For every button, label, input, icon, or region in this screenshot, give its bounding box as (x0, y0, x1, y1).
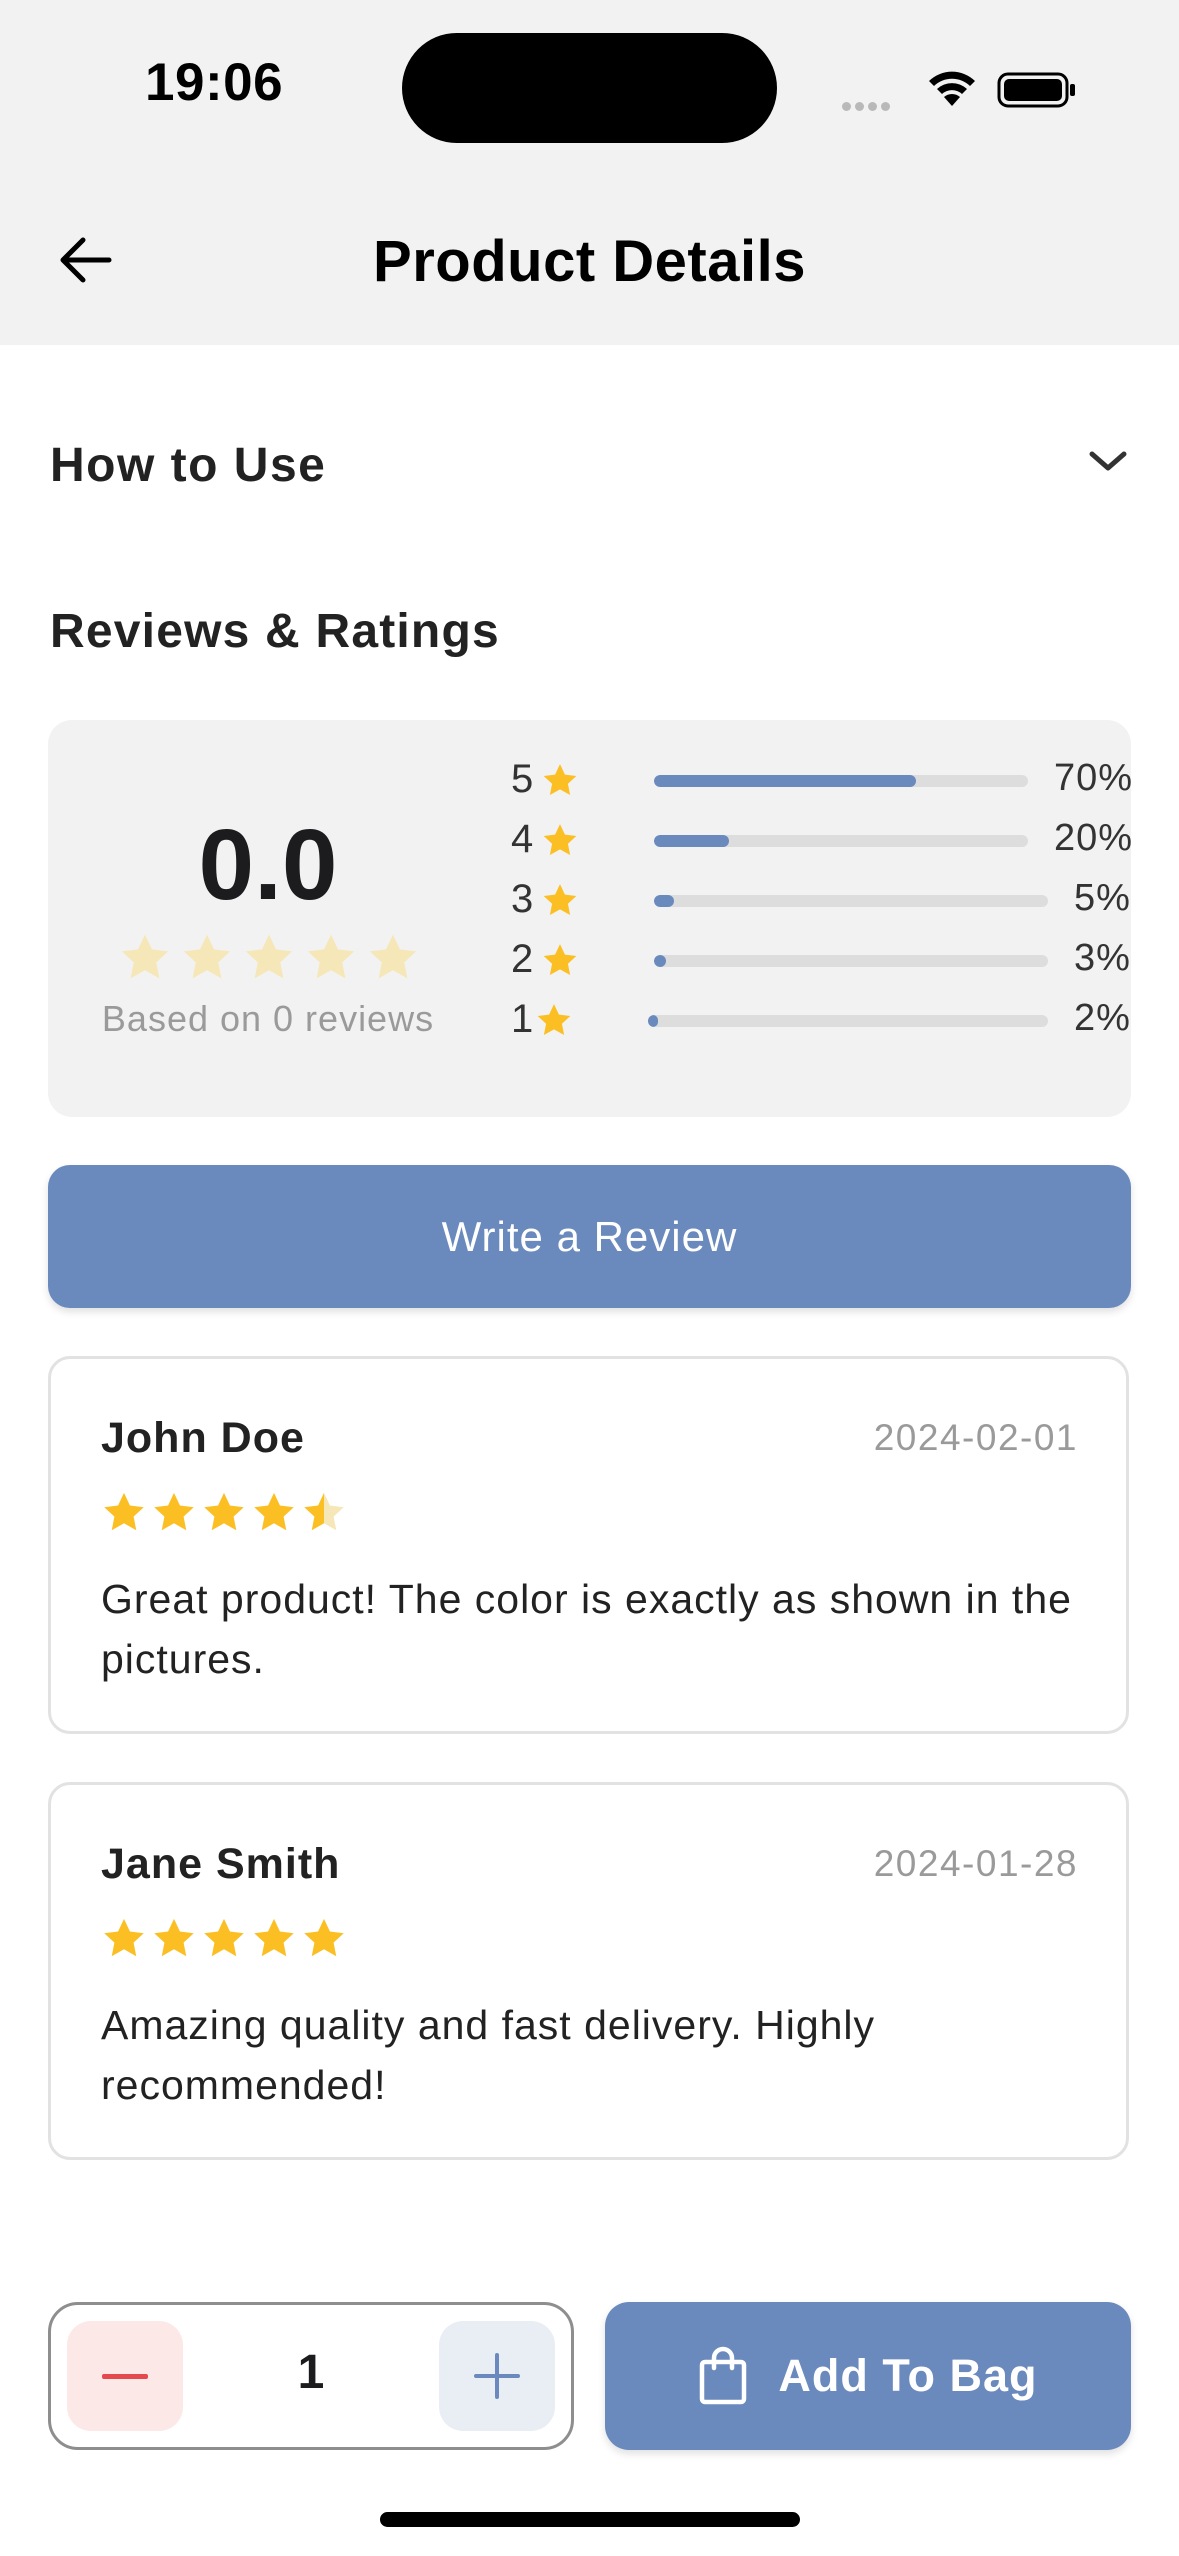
star-icon (154, 1918, 194, 1957)
rating-row-1: 1 2% (511, 995, 1131, 1045)
add-to-bag-button[interactable]: Add To Bag (605, 2302, 1131, 2450)
page-title: Product Details (373, 229, 806, 294)
star-icon (543, 764, 577, 796)
increase-quantity-button[interactable] (439, 2321, 555, 2431)
average-stars (118, 930, 420, 984)
star-icon (304, 1918, 344, 1957)
rating-bar-track (648, 1015, 1048, 1027)
rating-bar-fill (648, 1015, 658, 1027)
how-to-use-label: How to Use (50, 439, 327, 492)
reviews-section-title: Reviews & Ratings (50, 605, 500, 658)
status-time: 19:06 (145, 53, 284, 112)
rating-bar-fill (654, 955, 666, 967)
rating-summary: 0.0 Based on 0 reviews 5 70% 4 20% 3 5% … (48, 720, 1134, 1117)
rating-bar-fill (654, 835, 729, 847)
signal-icon (842, 98, 894, 116)
rating-row-percent: 5% (1074, 877, 1131, 919)
star-icon (245, 934, 293, 979)
review-card: John Doe 2024-02-01 Great product! The c… (48, 1356, 1129, 1734)
review-text: Great product! The color is exactly as s… (101, 1576, 1072, 1682)
rating-row-5: 5 70% (511, 755, 1134, 805)
rating-row-star-label: 2 (511, 937, 534, 981)
star-icon (183, 934, 231, 979)
star-icon (254, 1918, 294, 1957)
star-icon (543, 884, 577, 916)
battery-icon (997, 72, 1075, 108)
rating-row-4: 4 20% (511, 815, 1134, 865)
rating-row-percent: 20% (1054, 817, 1134, 859)
wifi-icon (929, 71, 975, 106)
rating-row-3: 3 5% (511, 875, 1131, 925)
top-bar: 19:06 Product Details (0, 0, 1179, 345)
rating-row-star-label: 1 (511, 997, 534, 1041)
rating-bar-track (654, 955, 1048, 967)
rating-row-percent: 2% (1074, 997, 1131, 1039)
review-text: Amazing quality and fast delivery. Highl… (101, 2002, 876, 2108)
star-icon (154, 1492, 194, 1531)
review-date: 2024-01-28 (873, 1843, 1078, 1884)
review-count-text: Based on 0 reviews (101, 998, 435, 1039)
rating-row-percent: 70% (1054, 757, 1134, 799)
rating-row-2: 2 3% (511, 935, 1131, 985)
status-icons (842, 62, 1082, 112)
star-icon (254, 1492, 294, 1531)
review-date: 2024-02-01 (873, 1417, 1078, 1458)
reviewer-name: John Doe (101, 1414, 305, 1462)
star-icon (204, 1492, 244, 1531)
shopping-bag-icon (700, 2346, 747, 2405)
plus-icon (474, 2353, 520, 2399)
review-stars (101, 1915, 347, 1961)
reviewer-name: Jane Smith (101, 1840, 341, 1888)
rating-bar-fill (654, 895, 674, 907)
home-indicator (380, 2512, 800, 2527)
quantity-stepper: 1 (48, 2302, 574, 2450)
rating-row-star-label: 3 (511, 877, 534, 921)
rating-bar-track (654, 775, 1028, 787)
star-icon (537, 1004, 571, 1036)
rating-bar-fill (654, 775, 916, 787)
rating-bar-track (654, 895, 1048, 907)
chevron-down-icon (1089, 451, 1127, 471)
star-icon (204, 1918, 244, 1957)
star-icon (104, 1918, 144, 1957)
dynamic-island (402, 33, 777, 143)
star-icon (369, 934, 417, 979)
add-to-bag-label: Add To Bag (778, 2350, 1038, 2401)
rating-bar-track (654, 835, 1028, 847)
rating-row-percent: 3% (1074, 937, 1131, 979)
star-icon (543, 824, 577, 856)
write-review-button[interactable]: Write a Review (48, 1165, 1131, 1308)
star-icon (307, 934, 355, 979)
rating-row-star-label: 4 (511, 817, 534, 861)
review-stars (101, 1489, 347, 1535)
average-rating: 0.0 (198, 809, 338, 921)
star-icon (121, 934, 169, 979)
star-icon (543, 944, 577, 976)
how-to-use-accordion[interactable]: How to Use (50, 432, 1130, 502)
star-icon (304, 1492, 344, 1531)
star-icon (104, 1492, 144, 1531)
review-card: Jane Smith 2024-01-28 Amazing quality an… (48, 1782, 1129, 2160)
rating-row-star-label: 5 (511, 757, 534, 801)
